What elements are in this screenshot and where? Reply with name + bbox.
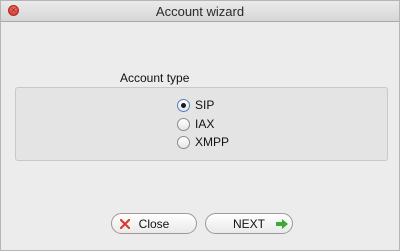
- radio-sip[interactable]: [177, 98, 190, 112]
- radio-option-sip[interactable]: SIP: [177, 97, 214, 113]
- radio-option-xmpp[interactable]: XMPP: [177, 134, 229, 150]
- next-button[interactable]: NEXT: [205, 213, 293, 234]
- radio-label-iax: IAX: [195, 117, 215, 131]
- title-bar: × Account wizard: [1, 1, 399, 22]
- radio-label-sip: SIP: [195, 98, 215, 112]
- arrow-right-icon: [276, 219, 288, 229]
- radio-xmpp[interactable]: [177, 135, 190, 149]
- account-wizard-window: × Account wizard Account type SIP IAX XM…: [0, 0, 400, 251]
- radio-option-iax[interactable]: IAX: [177, 116, 214, 132]
- close-button[interactable]: Close: [111, 213, 197, 234]
- close-button-label: Close: [138, 216, 170, 231]
- radio-iax[interactable]: [177, 117, 190, 131]
- window-title: Account wizard: [155, 4, 245, 19]
- account-type-label: Account type: [120, 71, 190, 85]
- radio-label-xmpp: XMPP: [195, 135, 230, 149]
